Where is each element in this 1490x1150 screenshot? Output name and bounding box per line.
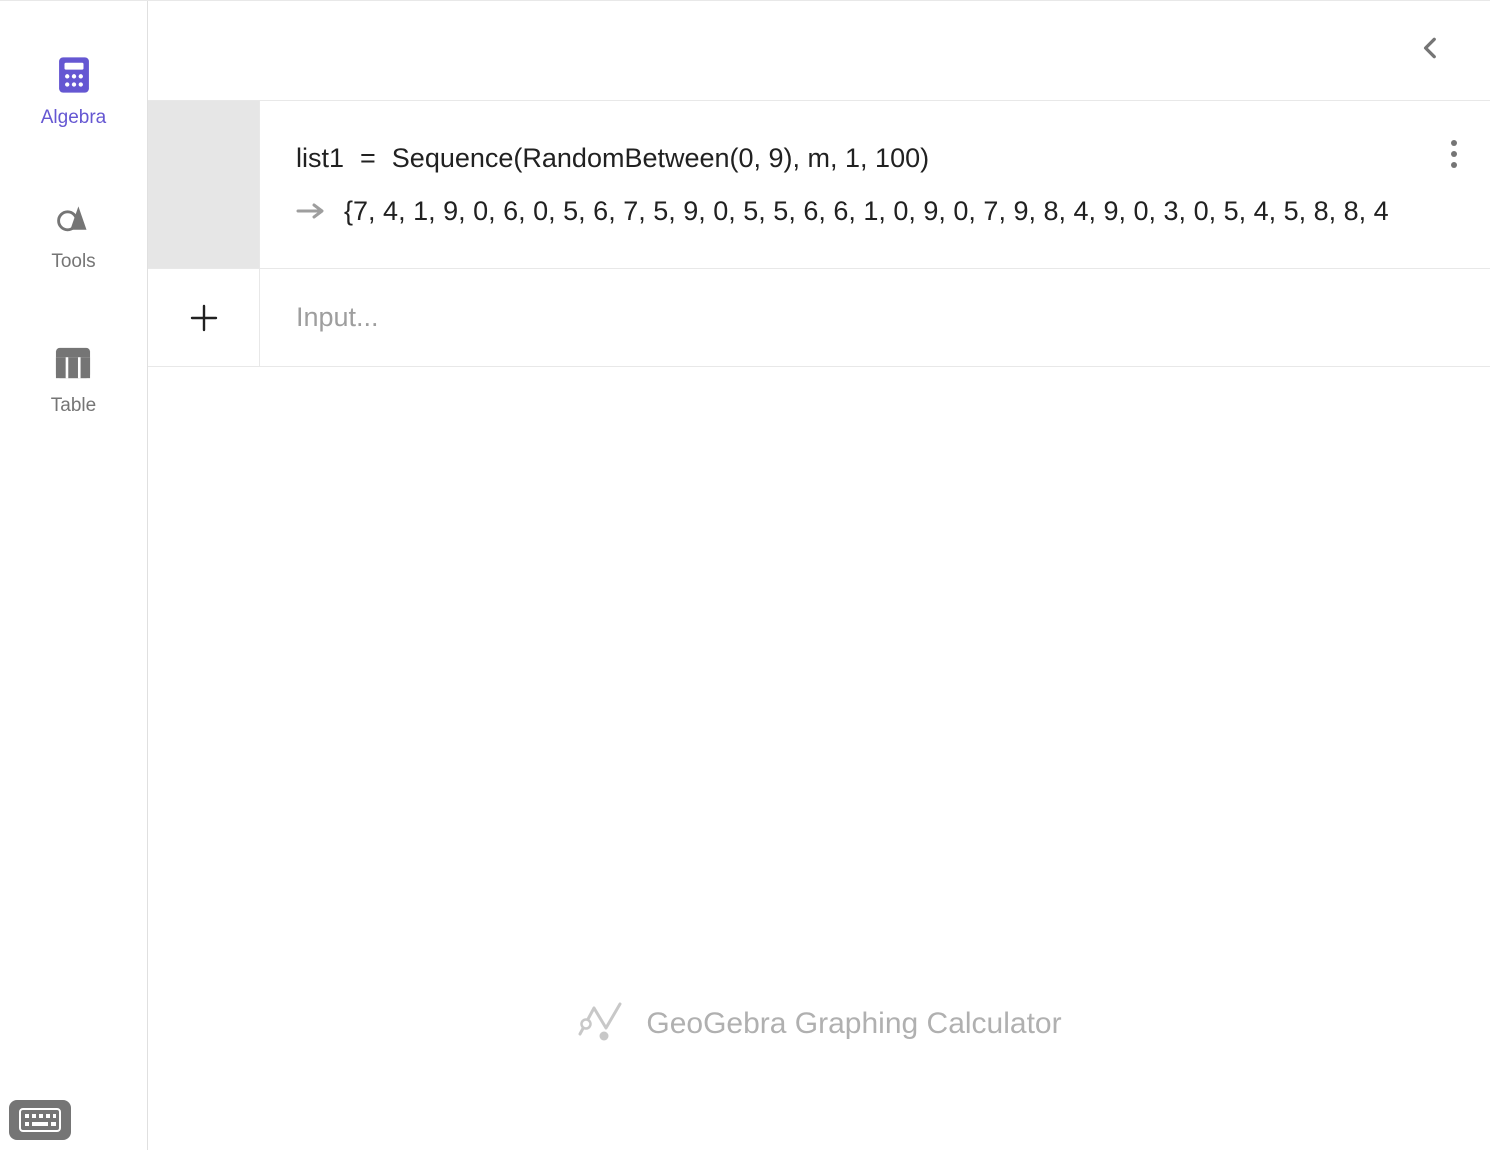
brand-logo-icon (576, 998, 624, 1050)
collapse-panel-button[interactable] (1412, 29, 1450, 72)
sidebar-label-tools: Tools (51, 251, 95, 273)
sidebar-label-table: Table (51, 395, 96, 417)
result-open-brace: { (344, 196, 353, 226)
expression-formula: Sequence(RandomBetween(0, 9), m, 1, 100) (392, 143, 929, 174)
plus-icon (189, 303, 219, 333)
input-row[interactable]: Input... (148, 269, 1490, 367)
sidebar-item-tools[interactable]: Tools (51, 201, 95, 273)
expression-more-button[interactable] (1446, 135, 1462, 178)
result-values: 7, 4, 1, 9, 0, 6, 0, 5, 6, 7, 5, 9, 0, 5… (353, 196, 1389, 226)
topbar (148, 1, 1490, 101)
sidebar-item-algebra[interactable]: Algebra (41, 57, 107, 129)
expression-gutter[interactable] (148, 101, 260, 268)
table-icon (55, 345, 91, 381)
brand-footer: GeoGebra Graphing Calculator (148, 998, 1490, 1050)
main-panel: list1 = Sequence(RandomBetween(0, 9), m,… (148, 1, 1490, 1150)
expression-result: {7, 4, 1, 9, 0, 6, 0, 5, 6, 7, 5, 9, 0, … (296, 196, 1454, 227)
keyboard-toggle-button[interactable] (9, 1100, 71, 1140)
keyboard-icon (19, 1108, 61, 1132)
brand-name: GeoGebra Graphing Calculator (646, 1007, 1061, 1041)
sidebar: Algebra Tools (0, 1, 148, 1150)
tools-icon (55, 201, 91, 237)
input-placeholder: Input... (296, 302, 1454, 333)
chevron-left-icon (1418, 35, 1444, 61)
input-body[interactable]: Input... (260, 269, 1490, 366)
more-vertical-icon (1450, 139, 1458, 169)
result-arrow-icon (296, 202, 326, 220)
calculator-icon (56, 57, 92, 93)
expression-definition: list1 = Sequence(RandomBetween(0, 9), m,… (296, 143, 1454, 174)
equals-sign: = (360, 143, 376, 174)
expression-name: list1 (296, 143, 344, 174)
sidebar-label-algebra: Algebra (41, 107, 107, 129)
expression-list: list1 = Sequence(RandomBetween(0, 9), m,… (148, 101, 1490, 367)
expression-body[interactable]: list1 = Sequence(RandomBetween(0, 9), m,… (260, 101, 1490, 268)
expression-row[interactable]: list1 = Sequence(RandomBetween(0, 9), m,… (148, 101, 1490, 269)
add-expression-button[interactable] (148, 269, 260, 366)
sidebar-item-table[interactable]: Table (51, 345, 96, 417)
